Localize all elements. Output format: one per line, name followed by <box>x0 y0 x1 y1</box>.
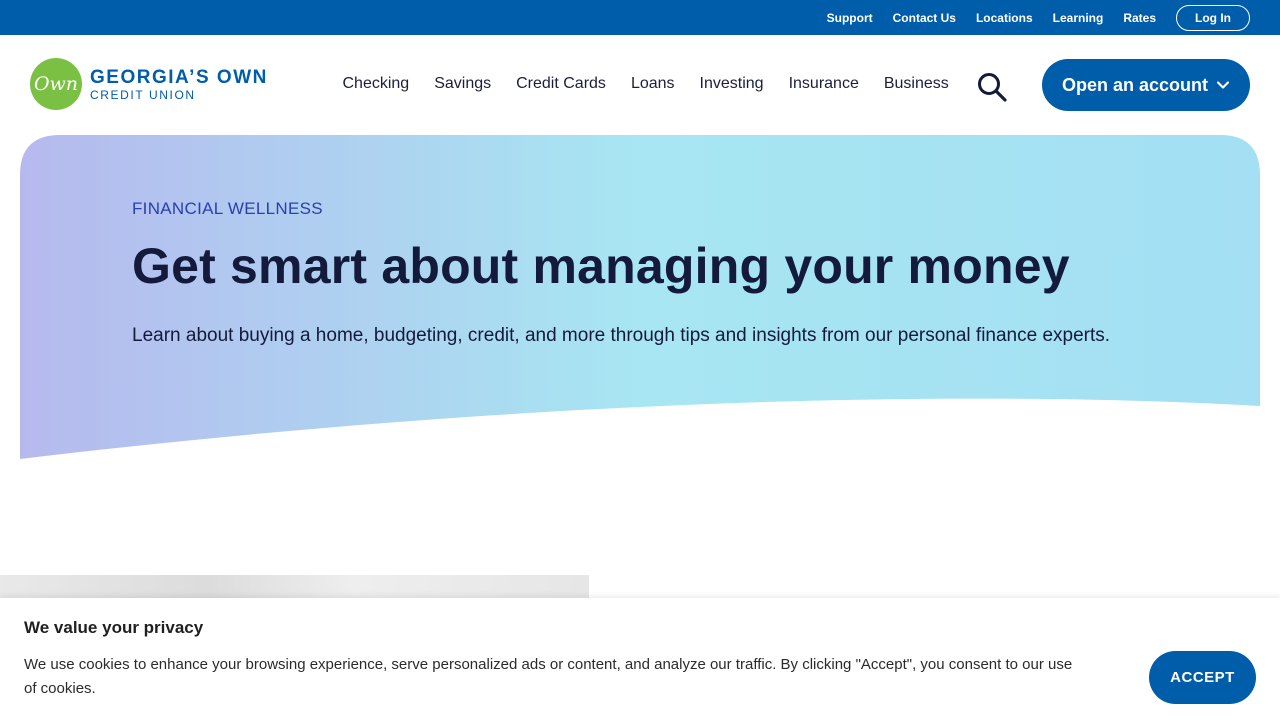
nav-item-insurance[interactable]: Insurance <box>789 75 859 93</box>
utility-link-contact-us[interactable]: Contact Us <box>893 11 956 25</box>
nav-item-credit-cards[interactable]: Credit Cards <box>516 75 606 93</box>
accept-cookies-button[interactable]: ACCEPT <box>1149 651 1256 704</box>
logo-wordmark: GEORGIA’S OWN CREDIT UNION <box>90 68 268 101</box>
nav-item-savings[interactable]: Savings <box>434 75 491 93</box>
login-button[interactable]: Log In <box>1176 4 1250 31</box>
hero-title: Get smart about managing your money <box>132 238 1070 294</box>
logo-name: GEORGIA’S OWN <box>90 66 268 88</box>
site-header: Own GEORGIA’S OWN CREDIT UNION Checking … <box>0 35 1280 135</box>
search-button[interactable] <box>976 71 1008 103</box>
nav-item-checking[interactable]: Checking <box>343 75 410 93</box>
cookie-banner-text: We use cookies to enhance your browsing … <box>24 656 1073 697</box>
nav-item-loans[interactable]: Loans <box>631 75 675 93</box>
utility-link-support[interactable]: Support <box>827 11 873 25</box>
main-nav: Checking Savings Credit Cards Loans Inve… <box>330 75 961 93</box>
chevron-down-icon <box>1216 81 1230 89</box>
utility-link-rates[interactable]: Rates <box>1123 11 1156 25</box>
utility-link-learning[interactable]: Learning <box>1053 11 1104 25</box>
open-account-button[interactable]: Open an account <box>1042 59 1250 111</box>
hero-description: Learn about buying a home, budgeting, cr… <box>132 325 1111 346</box>
cookie-banner-title: We value your privacy <box>24 618 204 637</box>
logo[interactable]: Own GEORGIA’S OWN CREDIT UNION <box>30 58 268 110</box>
hero-eyebrow: FINANCIAL WELLNESS <box>132 199 323 218</box>
hero-background <box>20 135 1260 459</box>
utility-bar: Support Contact Us Locations Learning Ra… <box>0 0 1280 35</box>
open-account-label: Open an account <box>1061 74 1209 95</box>
logo-mark: Own <box>30 58 82 110</box>
search-icon <box>978 73 1007 102</box>
utility-link-locations[interactable]: Locations <box>976 11 1033 25</box>
cookie-banner: We value your privacy We use cookies to … <box>0 598 1280 720</box>
nav-item-investing[interactable]: Investing <box>700 75 764 93</box>
hero-section: FINANCIAL WELLNESS Get smart about manag… <box>20 135 1260 465</box>
nav-item-business[interactable]: Business <box>884 75 949 93</box>
logo-subtitle: CREDIT UNION <box>90 87 196 102</box>
